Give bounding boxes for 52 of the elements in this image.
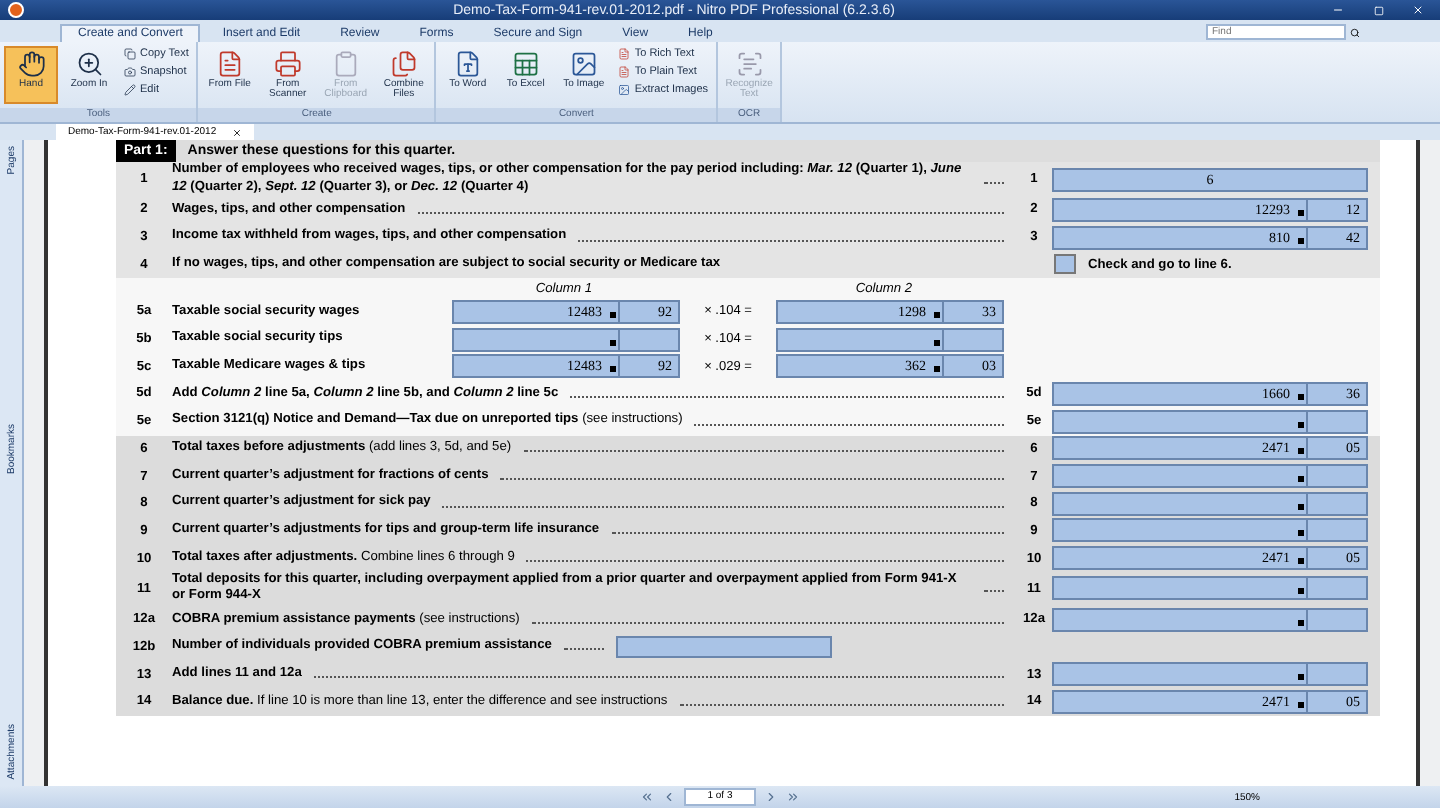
decimal-point [934,366,940,373]
document-icon [618,66,631,78]
document-icon [215,50,244,78]
app-logo[interactable] [8,2,24,18]
image-icon [618,84,631,96]
decimal-point [1298,448,1304,455]
spreadsheet-icon [511,50,540,78]
previous-page-icon[interactable] [662,790,676,804]
checkbox[interactable] [1054,254,1076,275]
amount-field[interactable] [1052,662,1368,687]
decimal-point [1298,503,1304,510]
documents-icon [389,50,418,78]
decimal-point [1298,421,1304,428]
scanner-icon [273,50,302,78]
amount-field[interactable] [1052,409,1368,434]
next-page-icon[interactable] [764,790,778,804]
amount-field[interactable] [1052,491,1368,516]
amount-field[interactable] [1052,464,1368,489]
search-icon[interactable] [1350,27,1360,37]
decimal-point [610,339,616,346]
zoom-in-icon [75,50,103,78]
word-document-icon [453,50,482,78]
decimal-point [934,311,940,318]
decimal-point [1298,530,1304,537]
amount-field[interactable] [1052,576,1368,601]
document-icon [618,48,631,60]
hand-icon [17,50,45,78]
first-page-icon[interactable] [640,790,654,804]
decimal-point [934,339,940,346]
amount-field[interactable] [1052,518,1368,543]
amount-field[interactable] [1052,607,1368,632]
amount-field[interactable] [776,327,1004,352]
decimal-point [1298,393,1304,400]
decimal-point [1298,558,1304,565]
decimal-point [1298,619,1304,626]
pencil-icon [124,84,136,96]
camera-icon [124,66,136,78]
decimal-point [610,311,616,318]
last-page-icon[interactable] [786,790,800,804]
decimal-point [1298,701,1304,708]
decimal-point [1298,237,1304,244]
amount-field[interactable] [452,327,680,352]
decimal-point [1298,476,1304,483]
decimal-point [1298,588,1304,595]
clipboard-icon [331,50,360,78]
copy-icon [124,48,136,60]
count-field[interactable] [615,635,832,658]
decimal-point [610,366,616,373]
scan-text-icon [735,50,764,78]
decimal-point [1298,674,1304,681]
image-icon [569,50,598,78]
decimal-point [1298,209,1304,216]
